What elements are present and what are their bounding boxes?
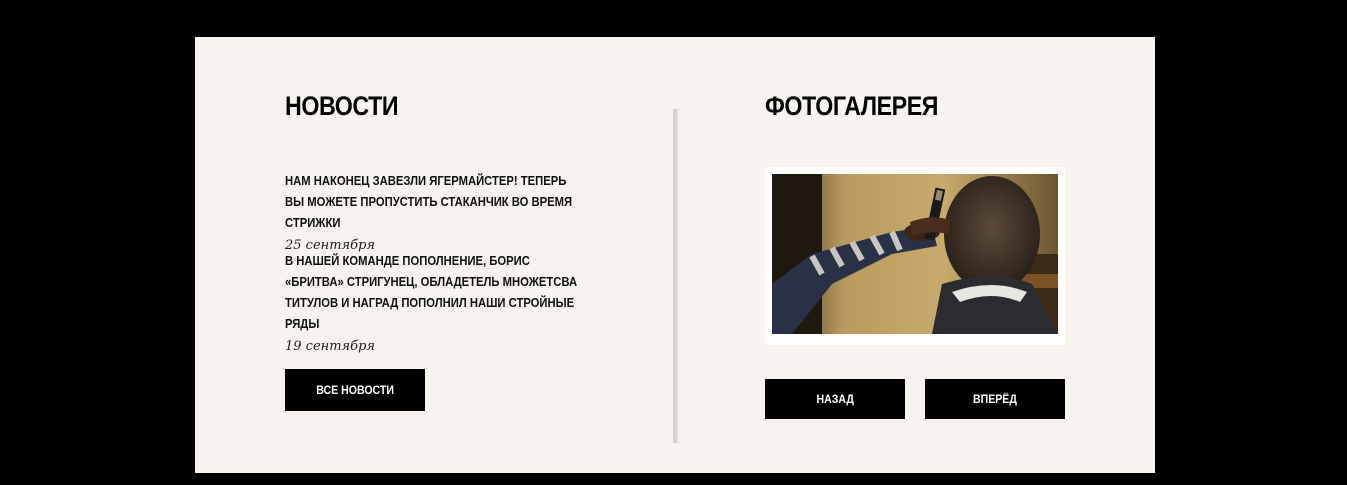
news-item: НАМ НАКОНЕЦ ЗАВЕЗЛИ ЯГЕРМАЙСТЕР! ТЕПЕРЬ … (285, 171, 605, 258)
gallery-forward-button[interactable]: ВПЕРЁД (925, 379, 1065, 419)
gallery-photo-frame (765, 167, 1065, 345)
barber-photo-image (772, 174, 1058, 334)
news-item-link[interactable]: НАМ НАКОНЕЦ ЗАВЕЗЛИ ЯГЕРМАЙСТЕР! ТЕПЕРЬ … (285, 171, 582, 234)
content-panel: НОВОСТИ НАМ НАКОНЕЦ ЗАВЕЗЛИ ЯГЕРМАЙСТЕР!… (195, 37, 1155, 473)
gallery-back-button[interactable]: НАЗАД (765, 379, 905, 419)
news-item-link[interactable]: В НАШЕЙ КОМАНДЕ ПОПОЛНЕНИЕ, БОРИС «БРИТВ… (285, 251, 582, 335)
news-heading: НОВОСТИ (285, 91, 399, 121)
gallery-heading: ФОТОГАЛЕРЕЯ (765, 91, 939, 121)
gallery-photo[interactable] (772, 174, 1058, 334)
all-news-button-label: ВСЕ НОВОСТИ (316, 383, 394, 397)
gallery-back-label: НАЗАД (816, 392, 854, 406)
column-divider (673, 109, 677, 443)
gallery-forward-label: ВПЕРЁД (973, 392, 1017, 406)
news-item: В НАШЕЙ КОМАНДЕ ПОПОЛНЕНИЕ, БОРИС «БРИТВ… (285, 251, 605, 359)
all-news-button[interactable]: ВСЕ НОВОСТИ (285, 369, 425, 411)
news-item-date: 19 сентября (285, 339, 376, 354)
